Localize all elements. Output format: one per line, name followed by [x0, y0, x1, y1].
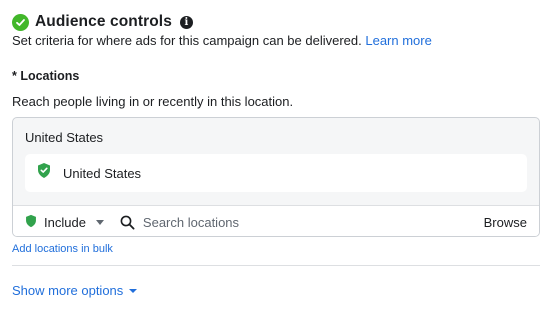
include-pin-icon: [25, 214, 37, 231]
locations-description: Reach people living in or recently in th…: [12, 94, 294, 109]
chevron-down-icon: [129, 288, 138, 293]
chevron-down-icon: [95, 219, 104, 225]
divider: [12, 265, 540, 266]
locations-box: United States United States Include Brow…: [12, 117, 540, 237]
audience-controls-header: Audience controls i: [12, 11, 193, 33]
search-locations-input[interactable]: [142, 214, 403, 230]
section-title: Audience controls: [35, 13, 172, 30]
include-dropdown[interactable]: Include: [25, 214, 104, 231]
info-icon[interactable]: i: [179, 15, 193, 29]
search-icon: [120, 215, 135, 230]
show-more-label: Show more options: [12, 283, 124, 298]
location-group-title: United States: [25, 130, 104, 145]
include-label: Include: [44, 214, 86, 230]
check-circle-icon: [12, 13, 29, 31]
add-locations-bulk-link[interactable]: Add locations in bulk: [12, 243, 113, 255]
selected-location-name: United States: [63, 165, 142, 181]
location-search-row: Include Browse: [13, 205, 539, 236]
location-pin-icon: [37, 162, 51, 184]
browse-button[interactable]: Browse: [484, 215, 527, 230]
selected-location-chip[interactable]: United States: [25, 154, 527, 192]
show-more-options-button[interactable]: Show more options: [12, 283, 138, 298]
section-subtitle: Set criteria for where ads for this camp…: [12, 33, 432, 48]
learn-more-link[interactable]: Learn more: [365, 33, 431, 48]
locations-label: * Locations: [12, 69, 80, 83]
subtitle-text: Set criteria for where ads for this camp…: [12, 33, 362, 48]
